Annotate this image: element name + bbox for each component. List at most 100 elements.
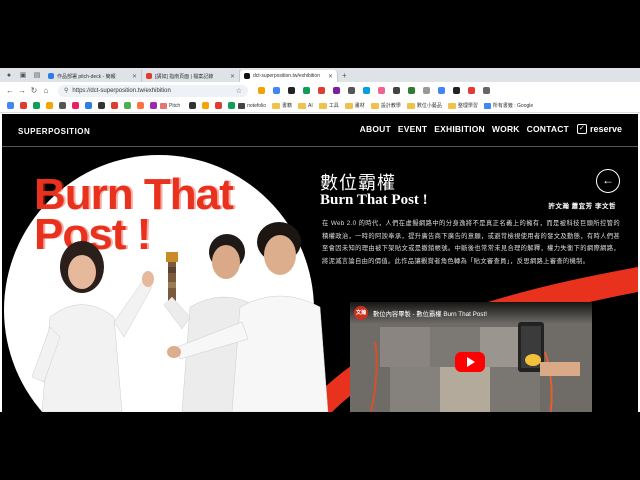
checkbox-icon: ✓ bbox=[576, 124, 587, 134]
bookmark-folder-materials[interactable]: 畫材 bbox=[344, 102, 365, 109]
bookmark-icon[interactable] bbox=[228, 102, 236, 109]
bookmark-label: 畫材 bbox=[354, 103, 365, 109]
extension-icon[interactable] bbox=[453, 87, 460, 94]
back-icon[interactable]: ← bbox=[4, 86, 16, 95]
bookmark-icon[interactable] bbox=[202, 102, 210, 109]
main-nav: ABOUT EVENT EXHIBITION WORK CONTACT ✓ re… bbox=[353, 124, 622, 134]
extension-icon[interactable] bbox=[468, 87, 475, 94]
bookmark-label: 工具 bbox=[328, 103, 339, 109]
bookmark-label: 書籍 bbox=[282, 103, 293, 109]
bookmark-star-icon[interactable]: ☆ bbox=[236, 87, 242, 95]
profile-icon[interactable]: ● bbox=[4, 70, 14, 80]
close-icon[interactable]: ✕ bbox=[230, 73, 235, 80]
tab-search-icon[interactable]: ▤ bbox=[32, 70, 42, 80]
tab-favicon bbox=[48, 73, 54, 79]
extension-icon[interactable] bbox=[438, 87, 445, 94]
bookmark-label: 數位小藝品 bbox=[416, 103, 442, 109]
nav-exhibition[interactable]: EXHIBITION bbox=[434, 124, 485, 134]
reload-icon[interactable]: ↻ bbox=[28, 86, 40, 95]
bookmark-icon bbox=[483, 102, 491, 109]
bookmark-folder-tools[interactable]: 工具 bbox=[318, 102, 339, 109]
bookmark-icon[interactable] bbox=[98, 102, 105, 109]
bookmark-icon[interactable] bbox=[59, 102, 66, 109]
video-header: 文瀚 數位內容畢製 - 數位霸權 Burn That Post! bbox=[350, 302, 592, 324]
bookmark-folder-study[interactable]: 整理學習 bbox=[447, 102, 478, 109]
extension-icon[interactable] bbox=[288, 87, 295, 94]
bookmark-icon[interactable] bbox=[189, 102, 197, 109]
bookmark-label: 整理學習 bbox=[457, 103, 478, 109]
nav-contact[interactable]: CONTACT bbox=[527, 124, 569, 134]
bookmark-icon[interactable] bbox=[7, 102, 14, 109]
bookmark-icon bbox=[238, 102, 246, 109]
tab-exhibition[interactable]: dct-superposition.tw/exhibition ✕ bbox=[240, 70, 338, 82]
toolbar: ← → ↻ ⌂ ⚲ https://dct-superposition.tw/e… bbox=[0, 82, 640, 99]
extension-icon[interactable] bbox=[318, 87, 325, 94]
channel-avatar[interactable]: 文瀚 bbox=[354, 306, 368, 320]
youtube-play-icon[interactable] bbox=[455, 352, 485, 372]
bookmark-icon[interactable] bbox=[33, 102, 40, 109]
bookmark-icon[interactable] bbox=[20, 102, 27, 109]
video-title[interactable]: 數位內容畢製 - 數位霸權 Burn That Post! bbox=[373, 309, 487, 318]
tab-guide[interactable]: [講如] 指南頁面 | 檔案記錄 ✕ bbox=[142, 70, 240, 82]
folder-icon bbox=[447, 102, 456, 109]
url-text: https://dct-superposition.tw/exhibition bbox=[72, 87, 171, 94]
tab-bar: ● ▣ ▤ 作品部署 pitch-deck - 簡報 ✕ [講如] 指南頁面 |… bbox=[0, 68, 640, 82]
bookmark-folder-ai[interactable]: AI bbox=[298, 102, 313, 109]
folder-icon bbox=[318, 102, 327, 109]
nav-event[interactable]: EVENT bbox=[398, 124, 427, 134]
tab-group-icon[interactable]: ▣ bbox=[18, 70, 28, 80]
bookmark-icon[interactable] bbox=[137, 102, 144, 109]
nav-about[interactable]: ABOUT bbox=[360, 124, 391, 134]
bookmark-all[interactable]: 所有書籤 : Google bbox=[483, 102, 534, 109]
forward-icon[interactable]: → bbox=[16, 86, 28, 95]
site-logo[interactable]: SUPERPOSITION bbox=[18, 127, 90, 136]
bookmark-label: 所有書籤 : Google bbox=[492, 103, 534, 109]
extension-icon[interactable] bbox=[273, 87, 280, 94]
extension-icon[interactable] bbox=[393, 87, 400, 94]
extension-icon[interactable] bbox=[363, 87, 370, 94]
extension-icon[interactable] bbox=[378, 87, 385, 94]
menu-icon[interactable] bbox=[483, 87, 490, 94]
youtube-embed[interactable]: 文瀚 數位內容畢製 - 數位霸權 Burn That Post! bbox=[350, 302, 592, 412]
folder-icon bbox=[272, 102, 281, 109]
bookmark-folder-design[interactable]: 設計教學 bbox=[370, 102, 401, 109]
site-header: SUPERPOSITION ABOUT EVENT EXHIBITION WOR… bbox=[2, 114, 638, 146]
website: SUPERPOSITION ABOUT EVENT EXHIBITION WOR… bbox=[2, 114, 638, 412]
new-tab-button[interactable]: + bbox=[342, 71, 347, 80]
extension-icon[interactable] bbox=[303, 87, 310, 94]
home-icon[interactable]: ⌂ bbox=[40, 86, 52, 95]
bookmark-icon[interactable] bbox=[111, 102, 118, 109]
reserve-button[interactable]: ✓ reserve bbox=[576, 124, 622, 134]
work-description: 在 Web 2.0 的時代，人們在虛擬網路中的分身逸將不是真正名義上的擁有，而是… bbox=[322, 220, 620, 265]
tab-pitch[interactable]: 作品部署 pitch-deck - 簡報 ✕ bbox=[44, 70, 142, 82]
extension-icon[interactable] bbox=[333, 87, 340, 94]
folder-icon bbox=[406, 102, 415, 109]
close-icon[interactable]: ✕ bbox=[132, 73, 137, 80]
bookmark-label: AI bbox=[308, 102, 313, 109]
extension-icon[interactable] bbox=[423, 87, 430, 94]
bookmark-icon[interactable] bbox=[46, 102, 53, 109]
close-icon[interactable]: ✕ bbox=[328, 73, 333, 80]
bookmark-notefolio[interactable]: notefolio bbox=[238, 102, 266, 109]
bookmark-icon bbox=[160, 102, 167, 109]
bookmark-pitch[interactable]: Pitch bbox=[160, 102, 180, 109]
bookmark-icon[interactable] bbox=[150, 102, 157, 109]
bookmark-folder-digital[interactable]: 數位小藝品 bbox=[406, 102, 442, 109]
extension-icon[interactable] bbox=[258, 87, 265, 94]
reserve-label: reserve bbox=[589, 124, 622, 134]
arrow-left-icon[interactable]: ← bbox=[596, 169, 620, 193]
work-title-en: Burn That Post ! bbox=[320, 192, 428, 208]
bookmark-folder-books[interactable]: 書籍 bbox=[272, 102, 292, 109]
bookmark-icon[interactable] bbox=[72, 102, 79, 109]
address-bar[interactable]: ⚲ https://dct-superposition.tw/exhibitio… bbox=[58, 84, 248, 97]
nav-work[interactable]: WORK bbox=[492, 124, 520, 134]
extension-icon[interactable] bbox=[408, 87, 415, 94]
tab-favicon bbox=[146, 73, 152, 79]
site-info-icon[interactable]: ⚲ bbox=[64, 87, 68, 94]
bookmark-icon[interactable] bbox=[215, 102, 223, 109]
team-photo bbox=[31, 222, 329, 412]
extension-icon[interactable] bbox=[348, 87, 355, 94]
tab-favicon bbox=[244, 73, 250, 79]
bookmark-icon[interactable] bbox=[124, 102, 131, 109]
bookmark-icon[interactable] bbox=[85, 102, 92, 109]
